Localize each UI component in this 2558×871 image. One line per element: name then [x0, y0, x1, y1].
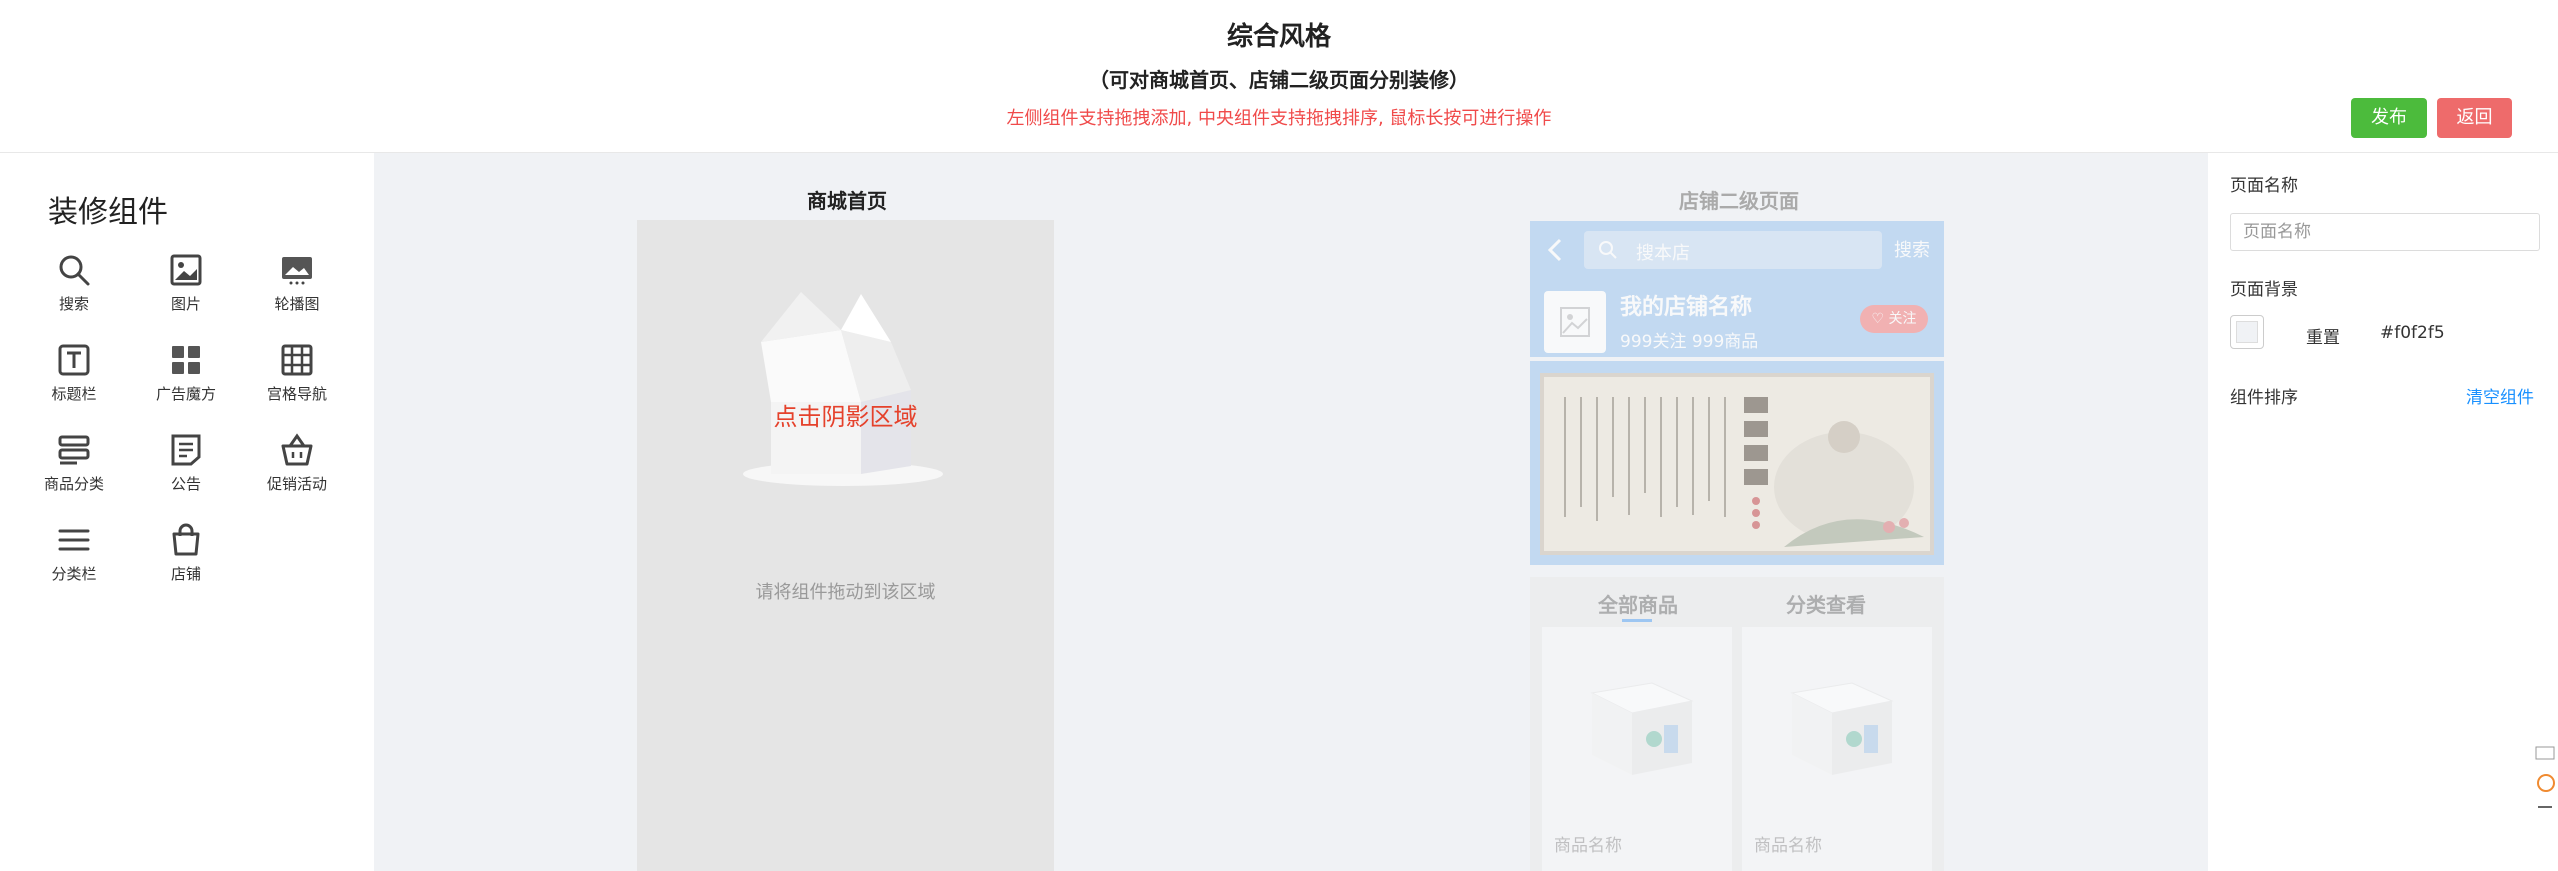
component-label: 公告	[170, 475, 201, 493]
store-search-button[interactable]: 搜索	[1894, 236, 1930, 262]
search-placeholder: 搜本店	[1636, 243, 1690, 264]
component-label: 促销活动	[266, 475, 327, 493]
category-icon	[58, 435, 90, 465]
component-label: 图片	[170, 295, 201, 313]
page-name-label: 页面名称	[2230, 176, 2298, 196]
design-canvas: 商城首页 点击阴影区域 请将组件拖动到该区域 店铺二级页面 搜本店 搜索 我的店…	[374, 153, 2208, 871]
store-header: 搜本店 搜索 我的店铺名称 999关注 999商品 ♡ 关注	[1530, 221, 1944, 357]
search-icon	[59, 255, 90, 286]
grid-nav-icon	[281, 344, 313, 376]
tab-category-view[interactable]: 分类查看	[1786, 589, 1866, 618]
component-label: 店铺	[170, 565, 201, 583]
sidebar-title: 装修组件	[48, 195, 168, 230]
product-name: 商品名称	[1754, 836, 1822, 856]
component-label: 搜索	[58, 295, 89, 313]
bg-color-picker[interactable]	[2230, 315, 2264, 349]
clear-components-link[interactable]: 清空组件	[2466, 383, 2534, 408]
color-swatch	[2236, 321, 2258, 343]
component-title-bar[interactable]: 标题栏	[19, 343, 129, 404]
bg-color-value: #f0f2f5	[2380, 323, 2445, 343]
component-grid-nav[interactable]: 宫格导航	[242, 343, 352, 404]
floating-widget-icon	[2535, 746, 2555, 808]
store-banner	[1530, 361, 1944, 565]
component-shop[interactable]: 店铺	[131, 523, 241, 584]
component-image[interactable]: 图片	[131, 253, 241, 314]
publish-button[interactable]: 发布	[2351, 98, 2427, 138]
box-illustration	[743, 292, 943, 486]
product-box-image	[1790, 682, 1894, 775]
notice-icon	[171, 434, 201, 466]
shop-stats: 999关注 999商品	[1620, 332, 1759, 352]
store-preview[interactable]: 搜本店 搜索 我的店铺名称 999关注 999商品 ♡ 关注 全部商品 分类查看…	[1530, 221, 1944, 871]
component-label: 商品分类	[43, 475, 104, 493]
image-icon	[170, 254, 202, 286]
component-promotion[interactable]: 促销活动	[242, 433, 352, 494]
component-sort-label: 组件排序	[2230, 388, 2298, 408]
follow-label: 关注	[1888, 311, 1917, 327]
store-search-input[interactable]: 搜本店	[1584, 231, 1882, 269]
back-arrow-icon[interactable]	[1546, 238, 1564, 262]
component-label: 分类栏	[51, 565, 97, 583]
heart-icon: ♡	[1871, 311, 1885, 327]
component-ad-cube[interactable]: 广告魔方	[131, 343, 241, 404]
menu-icon	[58, 529, 90, 551]
tab-all-products[interactable]: 全部商品	[1598, 589, 1678, 618]
component-label: 标题栏	[51, 385, 97, 403]
page-bg-label: 页面背景	[2230, 280, 2298, 300]
click-shadow-text: 点击阴影区域	[773, 403, 918, 431]
component-notice[interactable]: 公告	[131, 433, 241, 494]
banner-image	[1540, 373, 1934, 555]
product-card[interactable]: 商品名称	[1542, 627, 1732, 871]
carousel-icon	[282, 257, 312, 285]
basket-icon	[281, 433, 313, 466]
follow-button[interactable]: ♡ 关注	[1860, 305, 1928, 333]
store-page-title: 店铺二级页面	[1679, 189, 1799, 213]
active-tab-indicator	[1622, 619, 1652, 622]
product-card[interactable]: 商品名称	[1742, 627, 1932, 871]
image-placeholder-icon	[1560, 307, 1590, 337]
component-search[interactable]: 搜索	[19, 253, 129, 314]
shop-bag-icon	[172, 523, 200, 556]
page-subtitle: （可对商城首页、店铺二级页面分别装修）	[1089, 68, 1469, 92]
shop-name: 我的店铺名称	[1620, 295, 1753, 320]
product-box-image	[1590, 682, 1694, 775]
banner-artwork	[1564, 397, 1924, 547]
home-drop-zone[interactable]: 点击阴影区域 请将组件拖动到该区域	[637, 220, 1054, 871]
drop-hint-text: 请将组件拖动到该区域	[755, 582, 936, 603]
component-category[interactable]: 商品分类	[19, 433, 129, 494]
product-name: 商品名称	[1554, 836, 1622, 856]
home-page-title: 商城首页	[807, 189, 887, 213]
back-button[interactable]: 返回	[2437, 98, 2512, 138]
component-label: 广告魔方	[155, 385, 216, 403]
floating-widget[interactable]	[2532, 745, 2558, 825]
page-name-input[interactable]: 页面名称	[2230, 213, 2540, 251]
product-tabs-section: 全部商品 分类查看 商品名称 商品名称	[1530, 577, 1944, 871]
usage-hint: 左侧组件支持拖拽添加, 中央组件支持拖拽排序, 鼠标长按可进行操作	[1006, 108, 1552, 129]
page-title: 综合风格	[1226, 22, 1331, 52]
search-icon	[1599, 241, 1617, 259]
reset-button[interactable]: 重置	[2306, 323, 2340, 348]
shop-logo	[1544, 291, 1606, 353]
component-category-bar[interactable]: 分类栏	[19, 523, 129, 584]
component-carousel[interactable]: 轮播图	[242, 253, 352, 314]
properties-panel: 页面名称 页面名称 页面背景 重置 #f0f2f5 组件排序 清空组件	[2208, 153, 2558, 871]
title-bar-icon	[58, 344, 90, 376]
component-label: 轮播图	[274, 295, 320, 313]
top-header: 综合风格 （可对商城首页、店铺二级页面分别装修） 左侧组件支持拖拽添加, 中央组…	[0, 0, 2558, 153]
component-label: 宫格导航	[266, 385, 327, 403]
ad-cube-icon	[172, 346, 200, 374]
component-sidebar: 装修组件 搜索 图片 轮播图 标题栏 广告魔方 宫格导航 商品分类 公告 促销活…	[0, 153, 374, 871]
